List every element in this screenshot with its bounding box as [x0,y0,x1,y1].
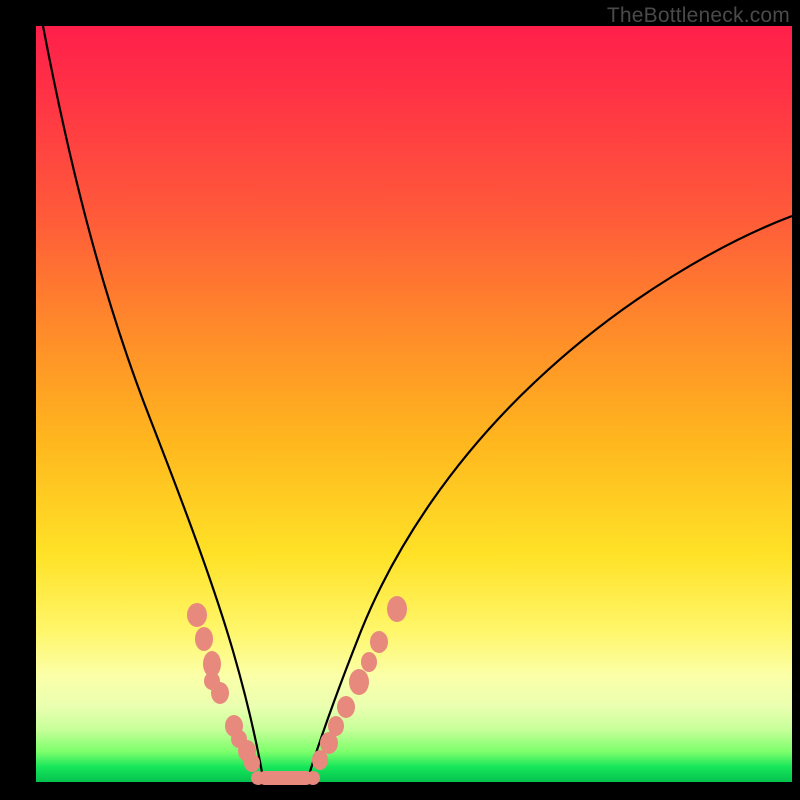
marker-floor-end-r [306,771,320,785]
marker-right-3 [328,716,344,736]
marker-left-9 [244,754,260,772]
curve-right-branch [308,216,792,778]
marker-right-8 [387,596,407,622]
marker-right-5 [349,669,369,695]
chart-frame: TheBottleneck.com [0,0,800,800]
marker-left-1 [187,603,207,627]
marker-floor-end [251,771,265,785]
marker-left-5 [211,682,229,704]
marker-right-6 [361,652,377,672]
marker-right-4 [337,696,355,718]
marker-left-2 [195,627,213,651]
watermark-text: TheBottleneck.com [607,4,790,28]
marker-right-7 [370,631,388,653]
bottleneck-curve [36,26,792,782]
plot-area [36,26,792,782]
curve-left-branch [43,26,263,778]
marker-floor-capsule [258,771,313,785]
